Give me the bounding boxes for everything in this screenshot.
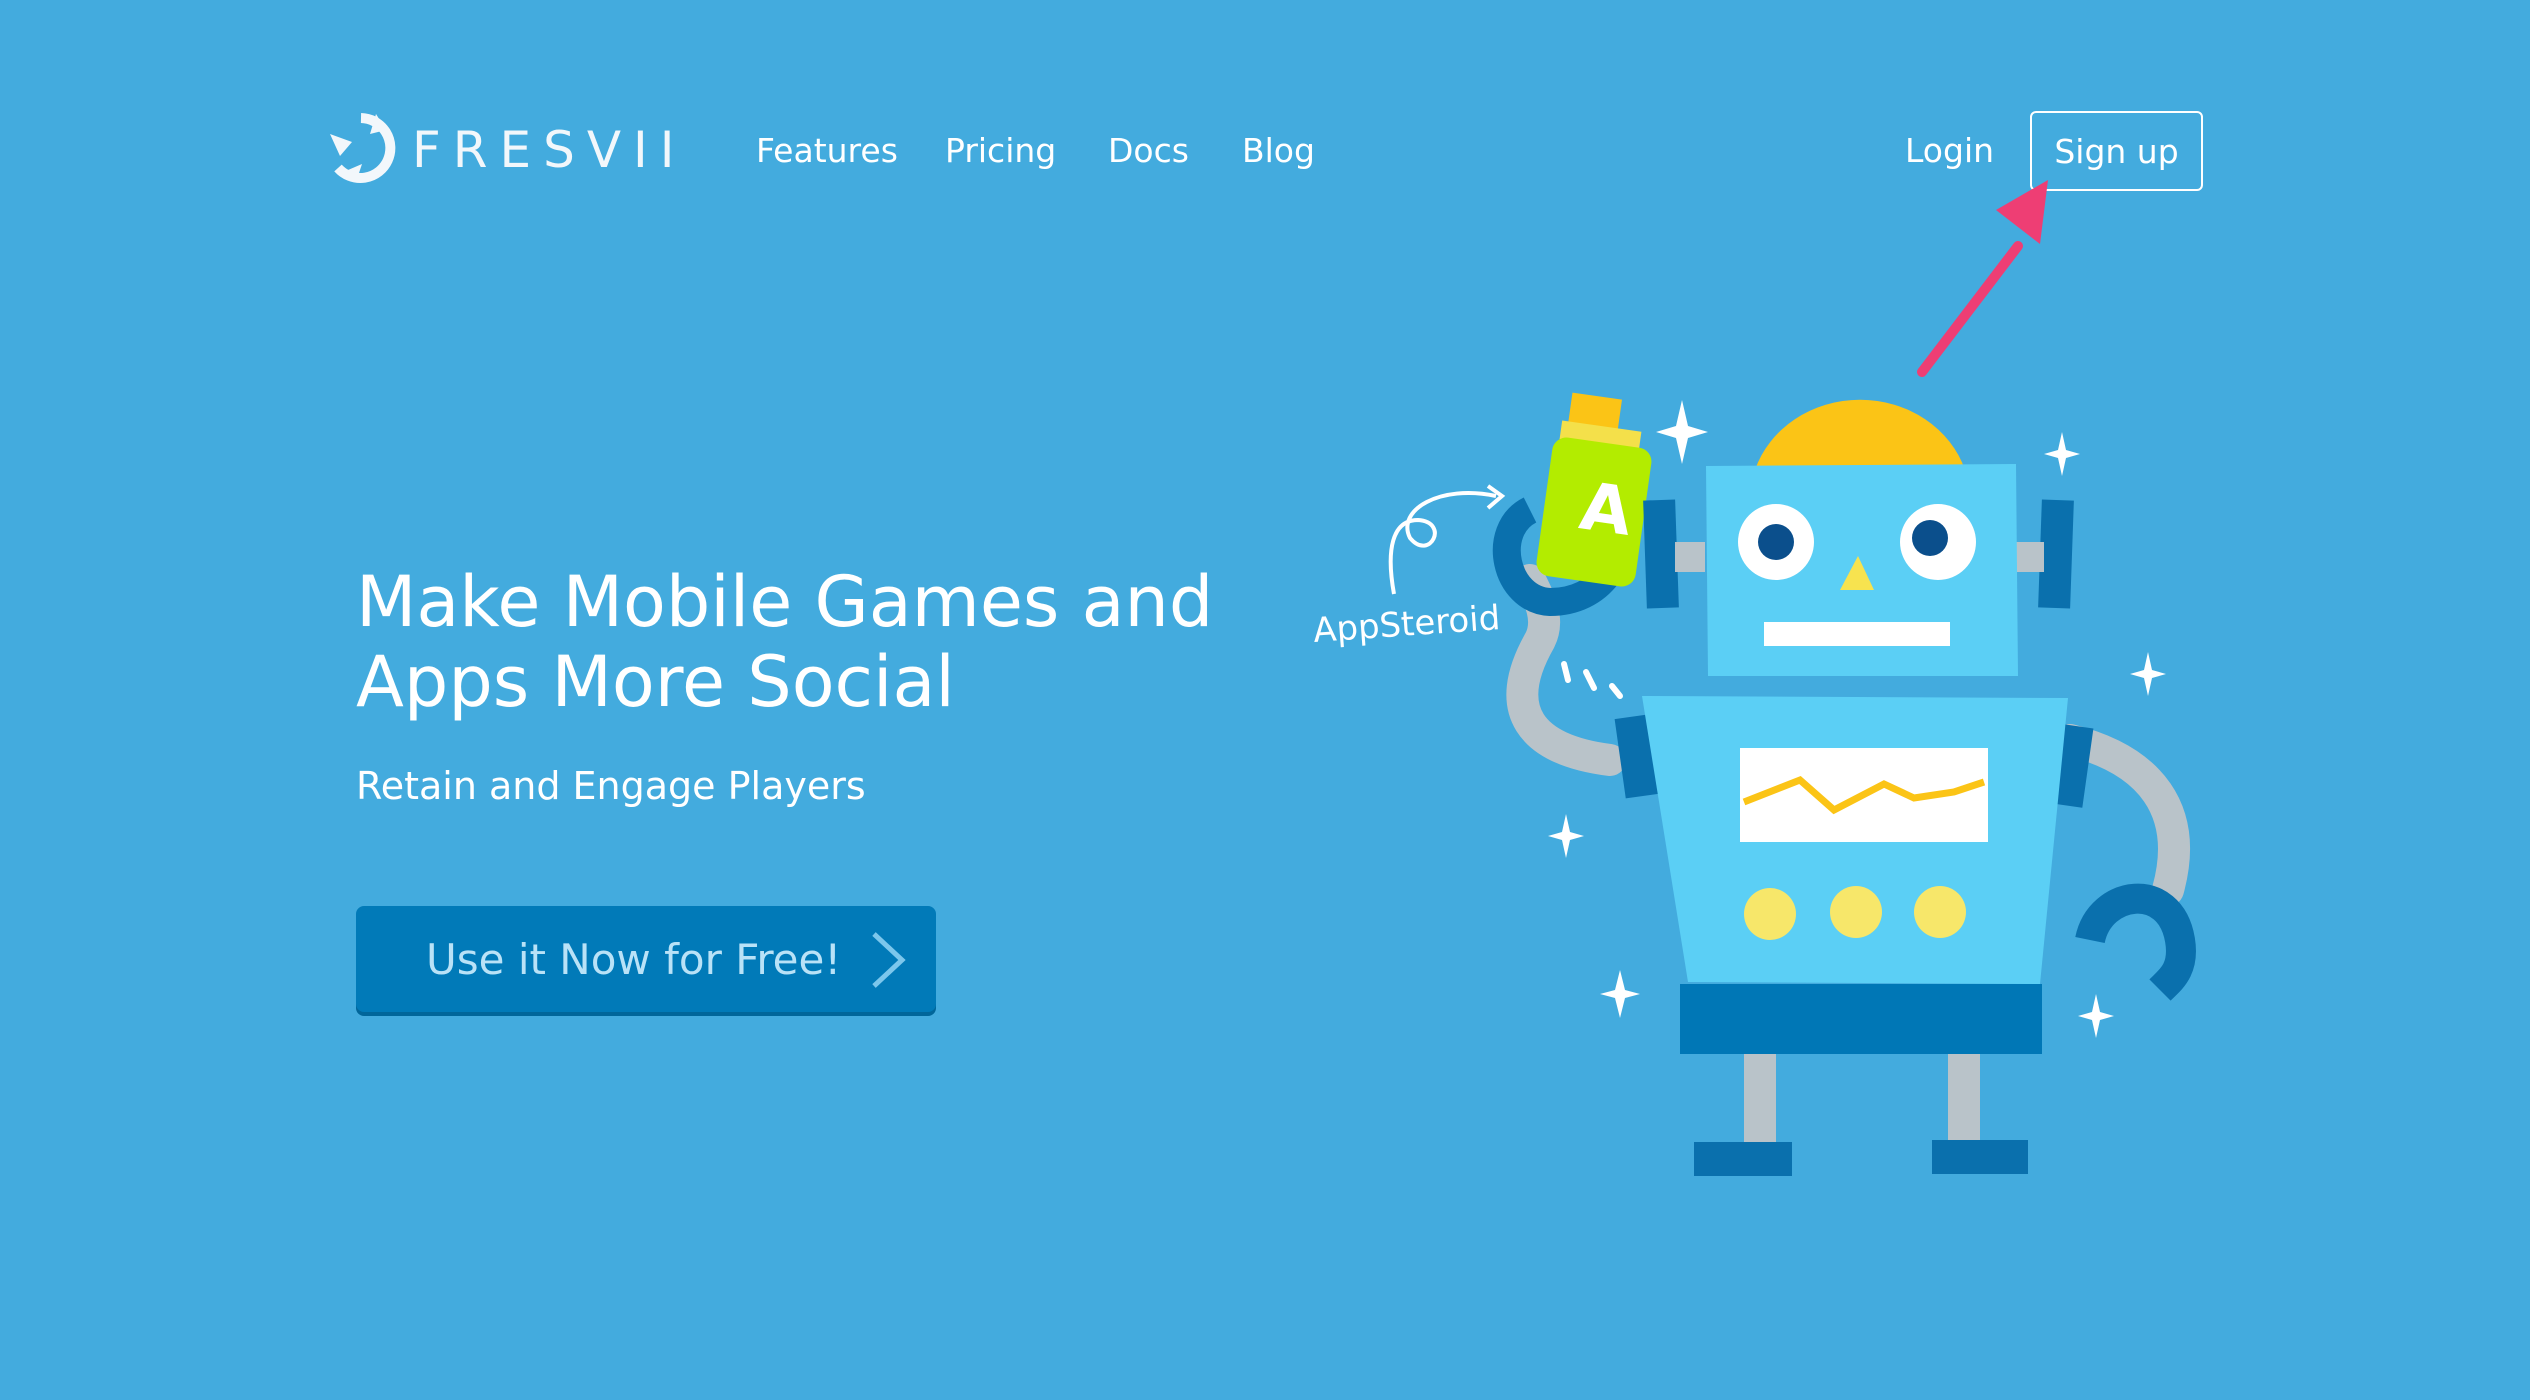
appsteroid-bottle: A bbox=[1536, 392, 1652, 587]
cta-label: Use it Now for Free! bbox=[426, 934, 842, 984]
nav-link-features[interactable]: Features bbox=[756, 125, 898, 177]
hero-title-line-2: Apps More Social bbox=[356, 641, 955, 723]
robot-illustration: A AppSteroid bbox=[1312, 392, 2196, 1176]
nav-link-pricing[interactable]: Pricing bbox=[945, 125, 1056, 177]
use-it-now-button[interactable]: Use it Now for Free! bbox=[356, 906, 936, 1012]
chevron-right-icon bbox=[872, 932, 906, 988]
nav-link-docs[interactable]: Docs bbox=[1108, 125, 1189, 177]
bottle-letter: A bbox=[1575, 467, 1636, 550]
brand-logo[interactable]: FRESVII bbox=[326, 110, 687, 190]
hero-title: Make Mobile Games and Apps More Social bbox=[356, 562, 1256, 722]
brand-name: FRESVII bbox=[412, 121, 687, 179]
appsteroid-label: AppSteroid bbox=[1312, 598, 1502, 651]
hero-subtitle: Retain and Engage Players bbox=[356, 764, 866, 808]
hero-title-line-1: Make Mobile Games and bbox=[356, 561, 1214, 643]
fresvii-logo-icon bbox=[330, 113, 396, 183]
